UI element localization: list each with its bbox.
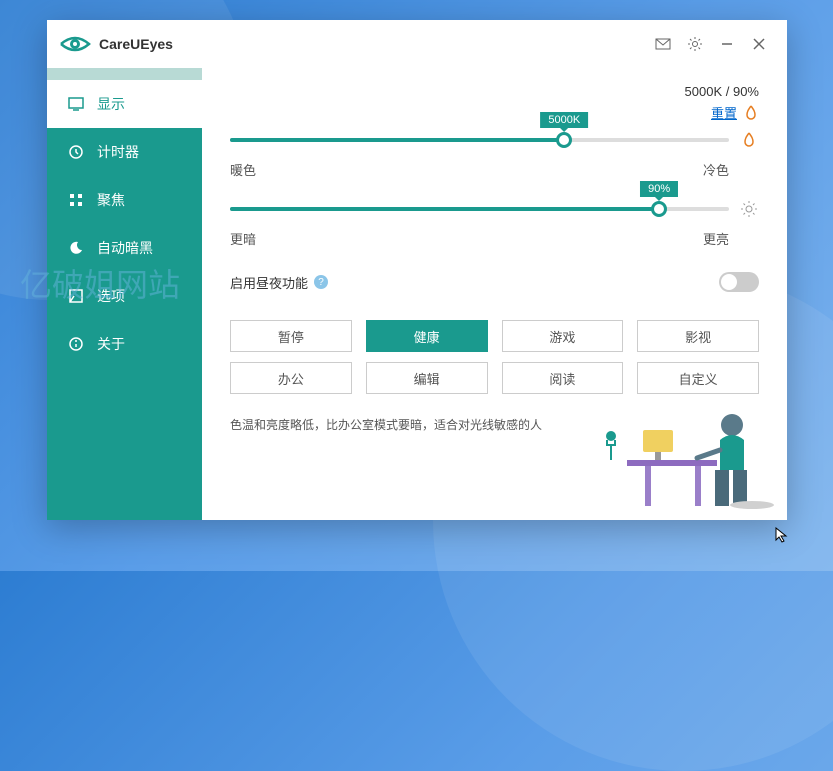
temperature-slider-thumb[interactable] [556,132,572,148]
mode-pause[interactable]: 暂停 [230,320,352,352]
mode-edit[interactable]: 编辑 [366,362,488,394]
status-readout: 5000K / 90% [685,84,759,99]
flame-outline-icon [739,130,759,150]
sidebar-label: 计时器 [97,142,139,162]
eye-logo-icon [59,34,91,54]
sidebar-label: 自动暗黑 [97,238,153,258]
sidebar-label: 显示 [97,94,125,114]
main-content: 5000K / 90% 重置 5000K 暖色 冷色 [202,68,787,520]
sidebar: 显示 计时器 聚焦 自动暗黑 选项 关于 [47,68,202,520]
mode-office[interactable]: 办公 [230,362,352,394]
app-title: CareUEyes [99,36,173,52]
daynight-label: 启用昼夜功能 [230,273,308,292]
temperature-value-tooltip: 5000K [540,112,588,128]
brightness-slider-thumb[interactable] [651,201,667,217]
mode-grid: 暂停 健康 游戏 影视 办公 编辑 阅读 自定义 [230,320,759,394]
titlebar: CareUEyes [47,20,787,68]
temperature-slider[interactable]: 5000K [230,138,729,142]
app-logo: CareUEyes [59,34,173,54]
mail-icon[interactable] [647,28,679,60]
minimize-button[interactable] [711,28,743,60]
temperature-warm-label: 暖色 [230,160,256,179]
mode-description: 色温和亮度略低，比办公室模式要暗，适合对光线敏感的人 [230,416,759,433]
options-icon [67,287,85,305]
help-icon[interactable]: ? [314,275,328,289]
info-icon [67,335,85,353]
sidebar-label: 聚焦 [97,190,125,210]
monitor-icon [67,95,85,113]
temperature-cool-label: 冷色 [703,160,729,179]
brightness-slider[interactable]: 90% [230,207,729,211]
sidebar-item-about[interactable]: 关于 [47,320,202,368]
mode-game[interactable]: 游戏 [502,320,624,352]
grid-icon [67,191,85,209]
clock-icon [67,143,85,161]
mode-read[interactable]: 阅读 [502,362,624,394]
sidebar-item-timer[interactable]: 计时器 [47,128,202,176]
daynight-toggle[interactable] [719,272,759,292]
flame-icon [743,105,759,121]
brightness-darker-label: 更暗 [230,229,256,248]
reset-link[interactable]: 重置 [711,103,737,122]
mode-custom[interactable]: 自定义 [637,362,759,394]
sidebar-item-focus[interactable]: 聚焦 [47,176,202,224]
settings-icon[interactable] [679,28,711,60]
sidebar-label: 关于 [97,334,125,354]
sun-icon [739,199,759,219]
mode-health[interactable]: 健康 [366,320,488,352]
brightness-value-tooltip: 90% [640,181,678,197]
sidebar-label: 选项 [97,286,125,306]
app-window: CareUEyes 显示 计时器 聚焦 自动暗黑 [47,20,787,520]
moon-icon [67,239,85,257]
cursor-icon [775,527,791,543]
sidebar-item-options[interactable]: 选项 [47,272,202,320]
close-button[interactable] [743,28,775,60]
mode-movie[interactable]: 影视 [637,320,759,352]
brightness-brighter-label: 更亮 [703,229,729,248]
sidebar-item-display[interactable]: 显示 [47,80,202,128]
sidebar-item-autodark[interactable]: 自动暗黑 [47,224,202,272]
